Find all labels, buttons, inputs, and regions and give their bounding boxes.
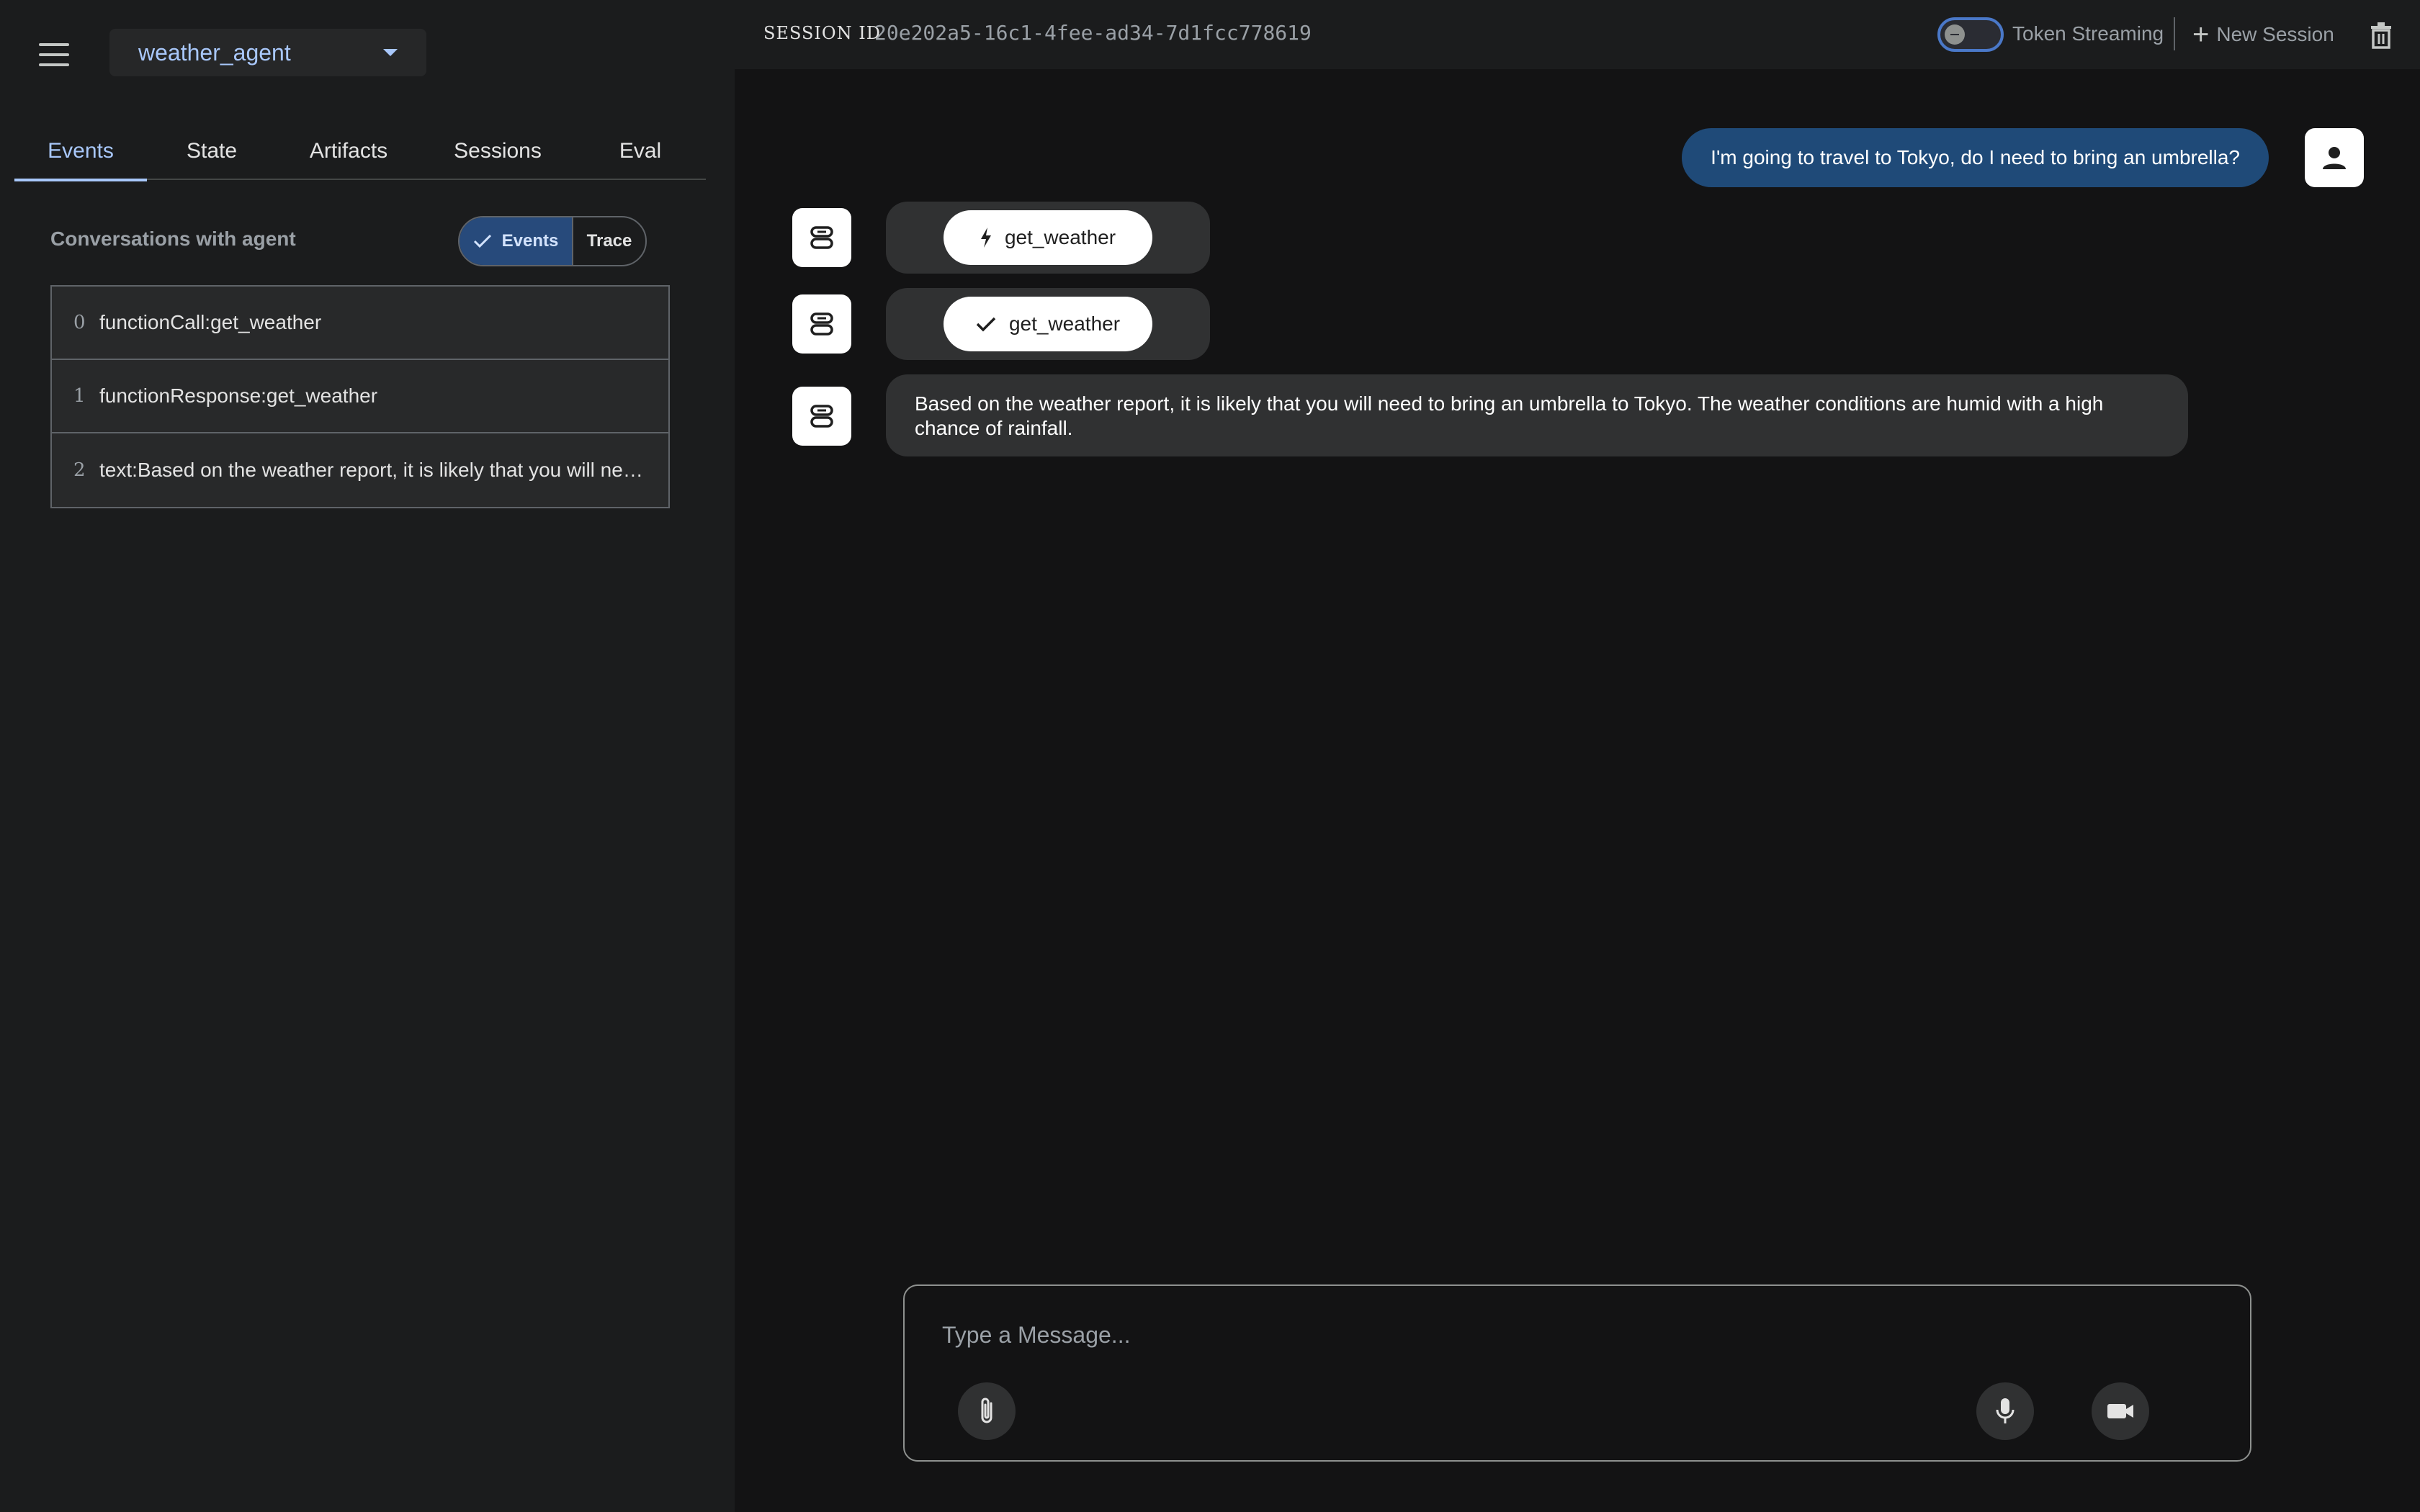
new-session-button[interactable]: + New Session xyxy=(2192,17,2334,52)
chevron-down-icon xyxy=(383,49,398,56)
event-text: text:Based on the weather report, it is … xyxy=(99,459,647,481)
event-list: 0 functionCall:get_weather 1 functionRes… xyxy=(50,285,670,508)
attach-button[interactable] xyxy=(958,1382,1016,1440)
function-response-name: get_weather xyxy=(1008,312,1121,335)
new-session-label: New Session xyxy=(2216,23,2334,45)
events-view-button[interactable]: Events xyxy=(460,217,573,265)
view-toggle: Events Trace xyxy=(458,216,647,266)
session-id-label: SESSION ID xyxy=(763,23,881,43)
toggle-knob xyxy=(1945,24,1965,45)
trace-view-button[interactable]: Trace xyxy=(573,217,645,265)
event-row[interactable]: 1 functionResponse:get_weather xyxy=(52,360,668,433)
robot-icon xyxy=(810,405,833,428)
function-call-bubble: get_weather xyxy=(886,202,1210,274)
event-index: 2 xyxy=(73,459,86,481)
bot-avatar xyxy=(792,387,851,446)
robot-icon xyxy=(810,312,833,336)
event-text: functionCall:get_weather xyxy=(99,311,322,333)
function-response-chip[interactable]: get_weather xyxy=(944,297,1152,351)
bot-avatar xyxy=(792,208,851,267)
paperclip-icon xyxy=(981,1398,992,1423)
tab-state[interactable]: State xyxy=(147,122,277,180)
videocam-icon xyxy=(2107,1404,2133,1418)
tab-eval[interactable]: Eval xyxy=(575,122,706,180)
token-streaming-toggle[interactable] xyxy=(1937,17,2004,52)
robot-icon xyxy=(810,226,833,249)
events-view-label: Events xyxy=(501,231,559,251)
function-call-chip[interactable]: get_weather xyxy=(944,210,1152,265)
function-call-name: get_weather xyxy=(1004,226,1116,248)
tab-artifacts[interactable]: Artifacts xyxy=(277,122,421,180)
plus-icon: + xyxy=(2192,19,2210,50)
person-icon xyxy=(2323,147,2346,169)
header-divider xyxy=(2174,17,2175,50)
microphone-button[interactable] xyxy=(1976,1382,2034,1440)
agent-selector[interactable]: weather_agent xyxy=(109,29,426,76)
menu-icon[interactable] xyxy=(36,39,72,71)
event-text: functionResponse:get_weather xyxy=(99,384,378,407)
function-response-bubble: get_weather xyxy=(886,288,1210,360)
sidebar-tabs: Events State Artifacts Sessions Eval xyxy=(14,122,706,181)
agent-name: weather_agent xyxy=(138,39,291,66)
tab-events[interactable]: Events xyxy=(14,122,147,181)
event-index: 1 xyxy=(73,385,86,407)
session-id-value: 20e202a5-16c1-4fee-ad34-7d1fcc778619 xyxy=(874,21,1312,45)
message-composer xyxy=(903,1284,2251,1462)
message-input[interactable] xyxy=(942,1318,2166,1352)
event-row[interactable]: 0 functionCall:get_weather xyxy=(52,287,668,360)
token-streaming-label: Token Streaming xyxy=(2012,22,2164,45)
event-row[interactable]: 2 text:Based on the weather report, it i… xyxy=(52,433,668,507)
user-avatar xyxy=(2305,128,2364,187)
conversations-heading: Conversations with agent xyxy=(50,228,296,250)
event-index: 0 xyxy=(73,312,86,333)
tab-sessions[interactable]: Sessions xyxy=(421,122,575,180)
user-message: I'm going to travel to Tokyo, do I need … xyxy=(1682,128,2269,187)
bolt-icon xyxy=(980,228,991,248)
check-icon xyxy=(976,317,996,332)
microphone-icon xyxy=(1996,1398,2015,1423)
bot-avatar xyxy=(792,294,851,354)
sidebar: weather_agent Events State Artifacts Ses… xyxy=(0,0,735,1512)
bot-message: Based on the weather report, it is likel… xyxy=(886,374,2188,456)
check-icon xyxy=(473,234,491,248)
trash-icon[interactable] xyxy=(2365,19,2397,50)
camera-button[interactable] xyxy=(2092,1382,2149,1440)
top-bar: SESSION ID 20e202a5-16c1-4fee-ad34-7d1fc… xyxy=(735,0,2420,69)
